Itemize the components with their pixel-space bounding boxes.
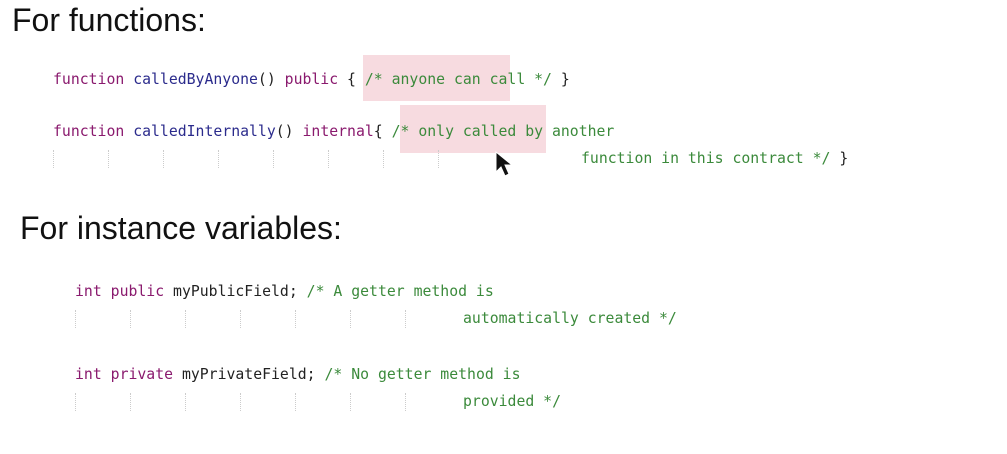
- function-name: calledByAnyone: [133, 71, 258, 88]
- comment: /* only called by another: [391, 123, 615, 140]
- brace: }: [560, 71, 570, 88]
- indent-guide: [53, 150, 54, 168]
- comment: /* No getter method is: [324, 366, 521, 383]
- keyword: function: [53, 71, 125, 88]
- comment: function in this contract */: [581, 150, 831, 167]
- comment: provided */: [463, 393, 561, 410]
- code-private-field: int private myPrivateField; /* No getter…: [75, 361, 521, 388]
- field-name: myPublicField;: [173, 283, 298, 300]
- paren: (): [275, 123, 294, 140]
- modifier: public: [284, 71, 339, 88]
- indent-guide: [185, 393, 186, 411]
- heading-functions: For functions:: [12, 2, 206, 38]
- modifier: internal: [302, 123, 374, 140]
- indent-guide: [350, 393, 351, 411]
- indent-guide: [218, 150, 219, 168]
- code-called-by-anyone: function calledByAnyone() public { /* an…: [53, 66, 570, 93]
- modifier: public: [110, 283, 165, 300]
- modifier: private: [110, 366, 174, 383]
- function-name: calledInternally: [133, 123, 276, 140]
- indent-guide: [405, 393, 406, 411]
- indent-guide: [130, 310, 131, 328]
- indent-guide: [295, 393, 296, 411]
- indent-guide: [273, 150, 274, 168]
- type: int: [75, 283, 102, 300]
- field-name: myPrivateField;: [181, 366, 316, 383]
- comment: /* A getter method is: [306, 283, 494, 300]
- code-public-field: int public myPublicField; /* A getter me…: [75, 278, 494, 305]
- indent-guide: [108, 150, 109, 168]
- indent-guide: [185, 310, 186, 328]
- indent-guide: [295, 310, 296, 328]
- code-called-internally-cont: function in this contract */ }: [581, 145, 848, 172]
- indent-guide: [75, 310, 76, 328]
- indent-guide: [405, 310, 406, 328]
- code-private-field-cont: provided */: [463, 388, 561, 415]
- brace: }: [839, 150, 849, 167]
- comment: /* anyone can call */: [364, 71, 552, 88]
- code-called-internally: function calledInternally() internal{ /*…: [53, 118, 614, 145]
- comment: automatically created */: [463, 310, 677, 327]
- indent-guide: [383, 150, 384, 168]
- indent-guide: [75, 393, 76, 411]
- indent-guide: [240, 393, 241, 411]
- paren: (): [257, 71, 276, 88]
- indent-guide: [240, 310, 241, 328]
- heading-instance-variables: For instance variables:: [20, 210, 342, 246]
- keyword: function: [53, 123, 125, 140]
- code-public-field-cont: automatically created */: [463, 305, 677, 332]
- indent-guide: [328, 150, 329, 168]
- indent-guide: [130, 393, 131, 411]
- indent-guide: [350, 310, 351, 328]
- brace: {: [347, 71, 356, 88]
- mouse-cursor-icon: [495, 150, 514, 177]
- type: int: [75, 366, 102, 383]
- indent-guide: [163, 150, 164, 168]
- brace: {: [373, 123, 383, 140]
- indent-guide: [438, 150, 439, 168]
